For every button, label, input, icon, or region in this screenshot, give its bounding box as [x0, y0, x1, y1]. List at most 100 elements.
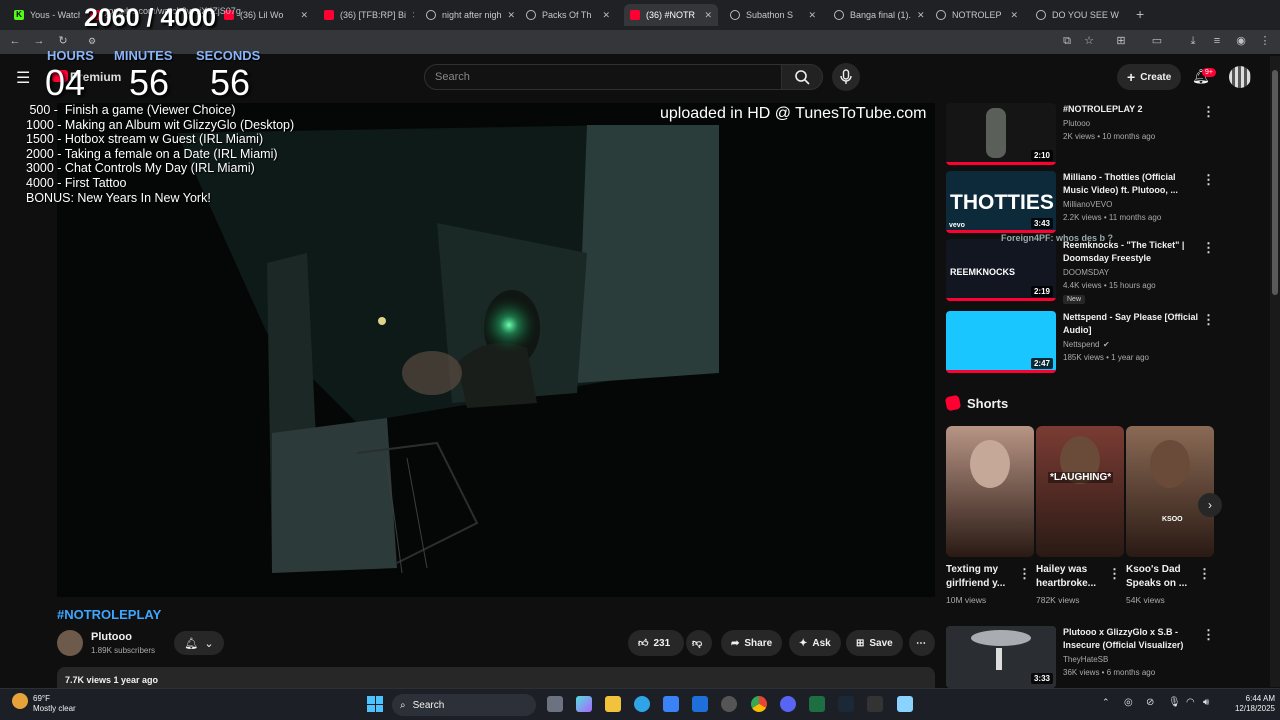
reading-list-icon[interactable]: ≡: [1210, 34, 1224, 48]
chrome-icon[interactable]: [751, 696, 767, 712]
close-tab-icon[interactable]: ✕: [1010, 10, 1018, 21]
close-tab-icon[interactable]: ✕: [704, 10, 712, 21]
video-player[interactable]: [57, 103, 935, 597]
browser-tab[interactable]: Subathon S ✕: [724, 4, 822, 26]
bookmark-star-icon[interactable]: ☆: [1082, 34, 1096, 48]
taskbar-search[interactable]: ⌕ Search: [392, 694, 536, 716]
browser-tab[interactable]: night after nigh ✕: [420, 4, 516, 26]
app-icon[interactable]: [867, 696, 883, 712]
browser-tab[interactable]: NOTROLEP ✕: [930, 4, 1024, 26]
back-icon[interactable]: ←: [8, 34, 22, 48]
downloads-icon[interactable]: ⤓: [1186, 34, 1200, 48]
file-explorer-icon[interactable]: [605, 696, 621, 712]
reload-icon[interactable]: ↻: [56, 34, 70, 48]
close-tab-icon[interactable]: ✕: [917, 10, 924, 21]
tray-notification-icon[interactable]: ⊘: [1146, 697, 1154, 708]
channel-avatar[interactable]: [57, 630, 83, 656]
short-title[interactable]: Texting my girlfriend y...: [946, 563, 1021, 591]
create-button[interactable]: + Create: [1117, 64, 1182, 90]
rec-menu-icon[interactable]: ⋮: [1202, 312, 1215, 328]
browser-tab[interactable]: (36) [TFB:RP] Bi ✕: [318, 4, 414, 26]
browser-tab[interactable]: Banga final (1). ✕: [828, 4, 924, 26]
rec-channel[interactable]: Plutooo: [1063, 119, 1090, 128]
site-info-icon[interactable]: ⚙: [85, 34, 99, 48]
subscribed-notifications-button[interactable]: 🔔︎ ⌄: [174, 631, 224, 655]
share-button[interactable]: ➦ Share: [721, 630, 783, 656]
settings-icon[interactable]: [721, 696, 737, 712]
rec-thumbnail[interactable]: 2:47: [946, 311, 1056, 373]
channel-name[interactable]: Plutooo: [91, 631, 132, 643]
close-tab-icon[interactable]: ✕: [412, 10, 414, 21]
rec-channel[interactable]: DOOMSDAY: [1063, 268, 1109, 277]
like-button[interactable]: 👍︎ 231: [628, 630, 684, 656]
weather-icon[interactable]: [12, 693, 28, 709]
rec-menu-icon[interactable]: ⋮: [1202, 240, 1215, 256]
browser-tab[interactable]: DO YOU SEE W ✕: [1030, 4, 1126, 26]
taskbar-clock[interactable]: 6:44 AM 12/18/2025: [1223, 694, 1275, 714]
short-title[interactable]: Ksoo's Dad Speaks on ...: [1126, 563, 1201, 591]
excel-icon[interactable]: [809, 696, 825, 712]
weather-widget[interactable]: 69°F Mostly clear: [33, 694, 76, 714]
rec-5-title[interactable]: Plutooo x GlizzyGlo x S.B - Insecure (Of…: [1063, 626, 1203, 652]
steam-icon[interactable]: [838, 696, 854, 712]
windows-start-icon[interactable]: [367, 696, 383, 712]
rec-thumbnail[interactable]: 2:10: [946, 103, 1056, 165]
microphone-tray-icon[interactable]: 🎙︎: [1168, 697, 1181, 708]
hamburger-menu-icon[interactable]: ☰: [16, 68, 30, 88]
microsoft-store-icon[interactable]: [663, 696, 679, 712]
close-tab-icon[interactable]: ✕: [602, 10, 610, 21]
short-menu-icon[interactable]: ⋮: [1198, 566, 1211, 582]
rec-title[interactable]: #NOTROLEPLAY 2: [1063, 103, 1203, 116]
short-thumbnail[interactable]: [946, 426, 1034, 557]
rec-5-menu-icon[interactable]: ⋮: [1202, 627, 1215, 643]
new-tab-icon[interactable]: +: [1136, 6, 1144, 22]
notepad-icon[interactable]: [897, 696, 913, 712]
copilot-icon[interactable]: [576, 696, 592, 712]
rec-5-thumbnail[interactable]: 3:33: [946, 626, 1056, 688]
save-button[interactable]: ⊞ Save: [846, 630, 903, 656]
browser-tab[interactable]: Packs Of Th ✕: [520, 4, 616, 26]
close-tab-icon[interactable]: ✕: [808, 10, 816, 21]
dislike-button[interactable]: 👎︎: [686, 630, 712, 656]
profile-icon[interactable]: ◉: [1234, 34, 1248, 48]
short-menu-icon[interactable]: ⋮: [1108, 566, 1121, 582]
tray-app-icon[interactable]: ◎: [1124, 697, 1133, 708]
rec-title[interactable]: Milliano - Thotties (Official Music Vide…: [1063, 171, 1203, 197]
volume-icon[interactable]: 🔊︎: [1203, 697, 1209, 708]
voice-search-button[interactable]: [832, 63, 860, 91]
browser-menu-icon[interactable]: ⋮: [1258, 34, 1272, 48]
browser-tab[interactable]: KYous - Watch t✕: [8, 4, 80, 26]
edge-icon[interactable]: [634, 696, 650, 712]
short-title[interactable]: Hailey was heartbroke...: [1036, 563, 1111, 591]
short-menu-icon[interactable]: ⋮: [1018, 566, 1031, 582]
rec-5-channel[interactable]: TheyHateSB: [1063, 655, 1108, 664]
shorts-next-button[interactable]: ›: [1198, 493, 1222, 517]
account-avatar[interactable]: [1229, 66, 1251, 88]
more-actions-button[interactable]: ⋯: [909, 630, 935, 656]
rec-thumbnail[interactable]: REEMKNOCKS 2:19: [946, 239, 1056, 301]
rec-thumbnail[interactable]: THOTTIES vevo 3:43: [946, 171, 1056, 233]
sidebar-icon[interactable]: ▭: [1150, 34, 1164, 48]
close-tab-icon[interactable]: ✕: [508, 10, 516, 21]
rec-menu-icon[interactable]: ⋮: [1202, 104, 1215, 120]
short-thumbnail[interactable]: KSOO: [1126, 426, 1214, 557]
video-hashtag[interactable]: #NOTROLEPLAY: [57, 607, 161, 622]
tray-chevron-icon[interactable]: ⌃: [1102, 697, 1110, 708]
ask-button[interactable]: ✦ Ask: [789, 630, 841, 656]
search-button[interactable]: [781, 64, 823, 90]
rec-channel[interactable]: Nettspend: [1063, 340, 1099, 349]
page-scrollbar-thumb[interactable]: [1272, 70, 1278, 295]
rec-title[interactable]: Nettspend - Say Please [Official Audio]: [1063, 311, 1203, 337]
install-app-icon[interactable]: ⧉: [1060, 34, 1074, 48]
rec-channel[interactable]: MillianoVEVO: [1063, 200, 1112, 209]
close-tab-icon[interactable]: ✕: [300, 10, 308, 21]
rec-menu-icon[interactable]: ⋮: [1202, 172, 1215, 188]
extensions-icon[interactable]: ⊞: [1114, 34, 1128, 48]
forward-icon[interactable]: →: [32, 34, 46, 48]
close-tab-icon[interactable]: ✕: [1125, 10, 1126, 21]
short-thumbnail[interactable]: *LAUGHING*: [1036, 426, 1124, 557]
search-input[interactable]: Search: [424, 64, 782, 90]
wifi-icon[interactable]: ◠: [1186, 697, 1195, 708]
browser-tab[interactable]: (36) #NOTR ✕: [624, 4, 718, 26]
outlook-icon[interactable]: [692, 696, 708, 712]
